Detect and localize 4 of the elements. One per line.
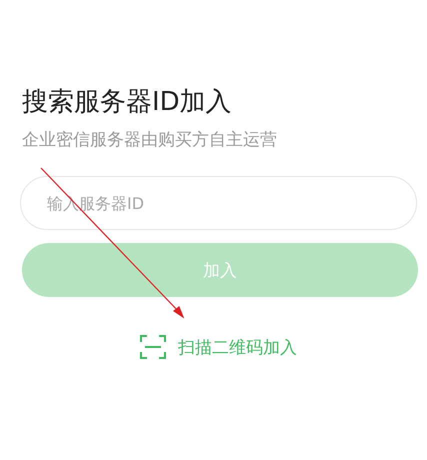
subtitle: 企业密信服务器由购买方自主运营 bbox=[22, 129, 278, 152]
scan-icon bbox=[140, 335, 166, 359]
page-title: 搜索服务器ID加入 bbox=[22, 86, 233, 119]
scan-qr-link[interactable]: 扫描二维码加入 bbox=[140, 335, 297, 359]
